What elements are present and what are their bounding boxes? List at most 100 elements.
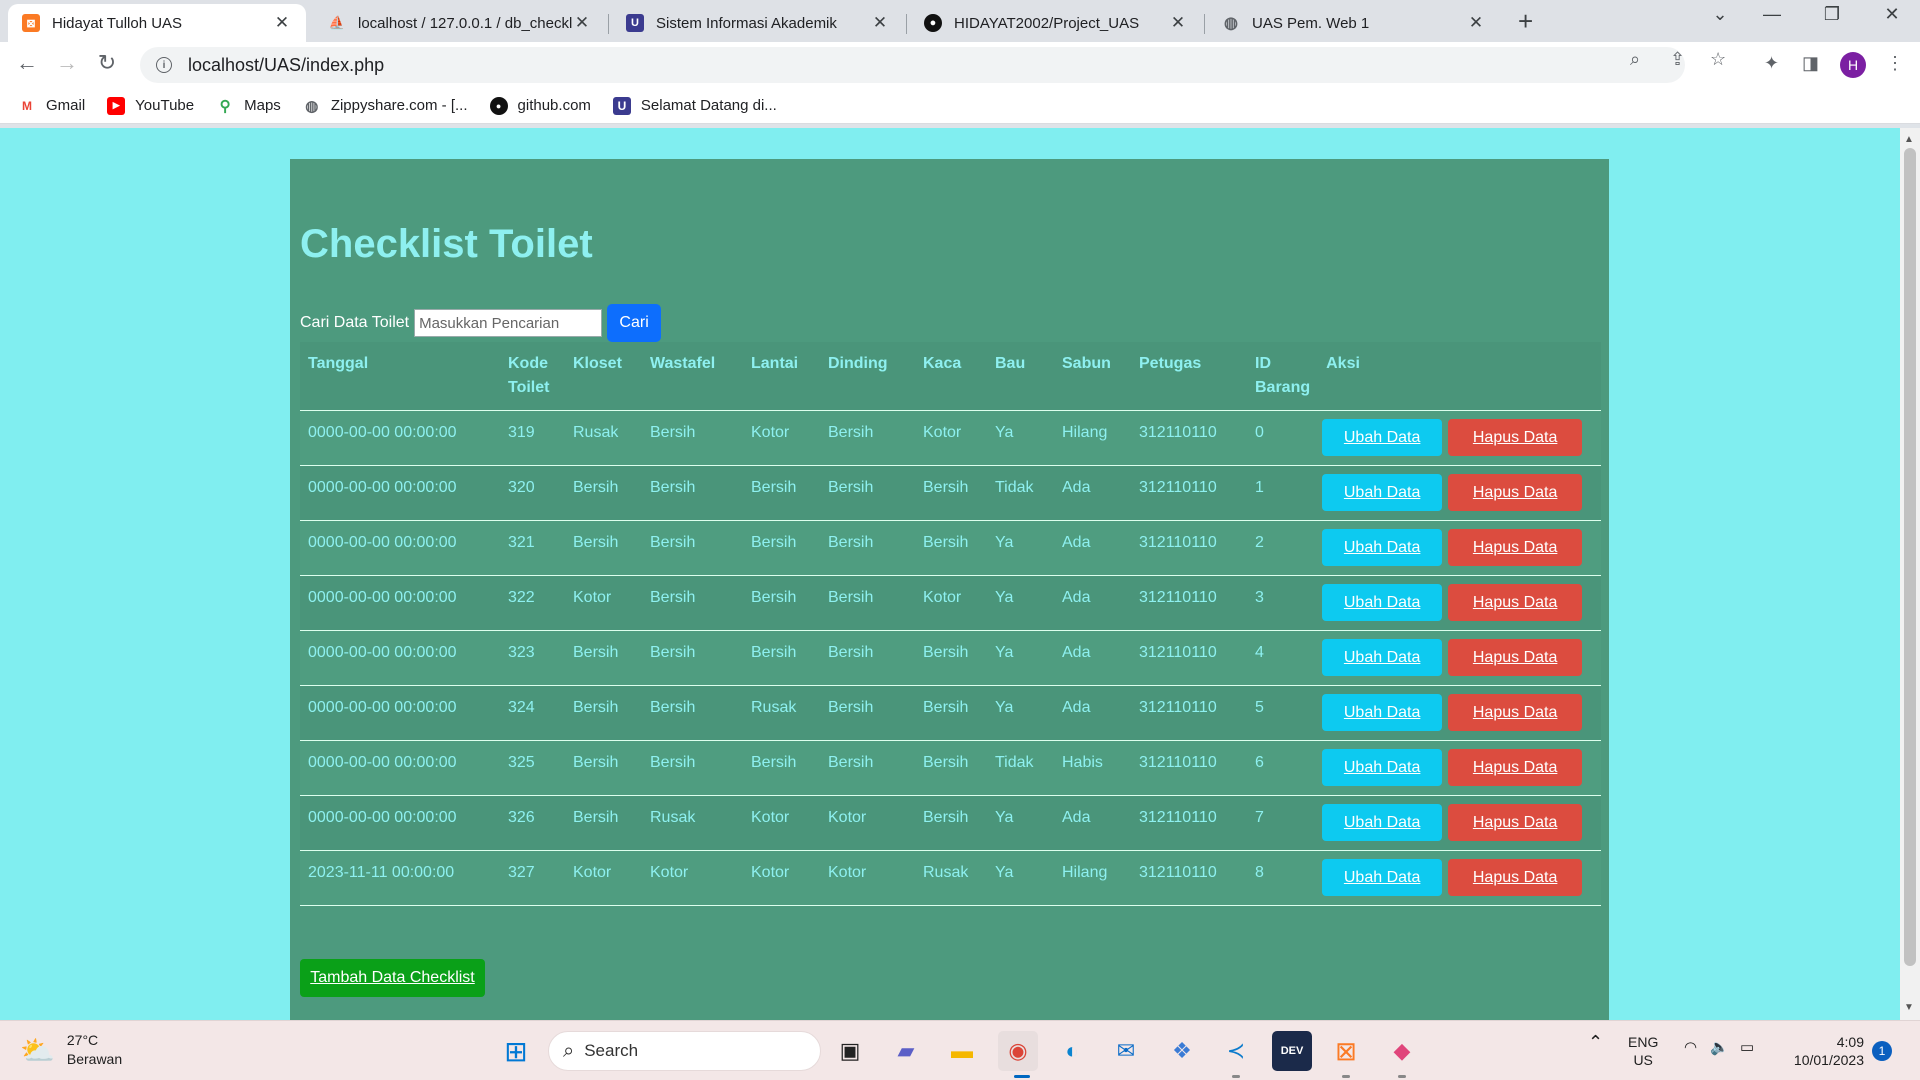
bookmark-github[interactable]: ● github.com: [489, 96, 591, 115]
back-icon[interactable]: ←: [12, 50, 42, 76]
table-cell: 2023-11-11 00:00:00: [300, 850, 500, 906]
python-icon[interactable]: ❖: [1162, 1031, 1202, 1071]
task-view-icon[interactable]: ▣: [830, 1031, 870, 1071]
tab-strip: ⊠ Hidayat Tulloh UAS ✕ ⛵ localhost / 127…: [0, 0, 1920, 42]
bookmark-zippyshare[interactable]: ◍ Zippyshare.com - [...: [303, 97, 467, 115]
scroll-down-icon[interactable]: ▼: [1904, 1002, 1914, 1013]
xampp-icon[interactable]: ⊠: [1326, 1031, 1366, 1071]
dev-cpp-icon[interactable]: DEV: [1272, 1031, 1312, 1071]
table-cell: 8: [1247, 850, 1319, 906]
edge-icon[interactable]: ◐: [1052, 1031, 1092, 1071]
table-cell: Bersih: [565, 795, 642, 851]
close-tab-icon[interactable]: ✕: [1168, 13, 1188, 33]
tab-phpmyadmin[interactable]: ⛵ localhost / 127.0.0.1 / db_checklis ✕: [314, 4, 606, 42]
table-cell: Tidak: [987, 740, 1054, 796]
edit-data-button[interactable]: Ubah Data: [1322, 584, 1443, 621]
edit-data-button[interactable]: Ubah Data: [1322, 639, 1443, 676]
side-panel-icon[interactable]: ◨: [1802, 53, 1819, 74]
bookmark-gmail[interactable]: M Gmail: [18, 97, 85, 115]
delete-data-button[interactable]: Hapus Data: [1448, 474, 1583, 511]
address-bar[interactable]: i localhost/UAS/index.php: [140, 47, 1685, 83]
delete-data-button[interactable]: Hapus Data: [1448, 859, 1583, 896]
delete-data-button[interactable]: Hapus Data: [1448, 749, 1583, 786]
table-cell: Bersih: [915, 685, 987, 741]
scroll-up-icon[interactable]: ▲: [1904, 134, 1914, 145]
delete-data-button[interactable]: Hapus Data: [1448, 419, 1583, 456]
tab-separator: [1204, 14, 1205, 34]
column-header: Dinding: [820, 342, 915, 411]
column-header: Wastafel: [642, 342, 743, 411]
minimize-icon[interactable]: —: [1752, 4, 1792, 25]
restore-icon[interactable]: ❐: [1812, 4, 1852, 25]
action-cell: Ubah Data Hapus Data: [1318, 685, 1601, 741]
active-app-indicator: [1014, 1075, 1030, 1078]
table-cell: Habis: [1054, 740, 1131, 796]
edit-data-button[interactable]: Ubah Data: [1322, 529, 1443, 566]
bookmark-maps[interactable]: ⚲ Maps: [216, 97, 281, 115]
forward-icon[interactable]: →: [52, 50, 82, 76]
delete-data-button[interactable]: Hapus Data: [1448, 639, 1583, 676]
bookmark-youtube[interactable]: ▶ YouTube: [107, 96, 194, 115]
volume-icon[interactable]: 🔈: [1710, 1039, 1729, 1057]
tab-uas-pem-web[interactable]: ◍ UAS Pem. Web 1 ✕: [1208, 4, 1500, 42]
add-checklist-button[interactable]: Tambah Data Checklist: [300, 959, 485, 997]
language-indicator[interactable]: ENG US: [1628, 1033, 1658, 1069]
close-tab-icon[interactable]: ✕: [272, 13, 292, 33]
notification-badge[interactable]: 1: [1872, 1041, 1892, 1061]
table-cell: Ya: [987, 795, 1054, 851]
search-input[interactable]: [414, 309, 603, 337]
delete-data-button[interactable]: Hapus Data: [1448, 694, 1583, 731]
close-tab-icon[interactable]: ✕: [1466, 13, 1486, 33]
tab-hidayat-tulloh-uas[interactable]: ⊠ Hidayat Tulloh UAS ✕: [8, 4, 306, 42]
bookmark-star-icon[interactable]: ☆: [1710, 49, 1726, 70]
edit-data-button[interactable]: Ubah Data: [1322, 859, 1443, 896]
edit-data-button[interactable]: Ubah Data: [1322, 804, 1443, 841]
table-row: 0000-00-00 00:00:00 322 Kotor Bersih Bersih B…: [300, 575, 1601, 631]
maps-icon: ⚲: [219, 97, 231, 115]
clock[interactable]: 4:09 10/01/2023: [1782, 1033, 1864, 1069]
teams-chat-icon[interactable]: ▰: [886, 1031, 926, 1071]
taskbar-search[interactable]: ⌕ Search: [548, 1031, 821, 1071]
delete-data-button[interactable]: Hapus Data: [1448, 584, 1583, 621]
tab-sistem-informasi-akademik[interactable]: U Sistem Informasi Akademik ✕: [612, 4, 904, 42]
edit-data-button[interactable]: Ubah Data: [1322, 419, 1443, 456]
edit-data-button[interactable]: Ubah Data: [1322, 694, 1443, 731]
weather-widget[interactable]: ⛅ 27°C Berawan: [20, 1031, 122, 1069]
menu-icon[interactable]: ⋮: [1886, 53, 1904, 74]
close-window-icon[interactable]: ✕: [1872, 4, 1912, 25]
tab-github-project[interactable]: ● HIDAYAT2002/Project_UAS ✕: [910, 4, 1202, 42]
search-button[interactable]: Cari: [607, 304, 662, 342]
show-hidden-icons-icon[interactable]: ⌃: [1588, 1033, 1603, 1051]
vscode-icon[interactable]: ≺: [1216, 1031, 1256, 1071]
file-explorer-icon[interactable]: ▬: [942, 1031, 982, 1071]
close-tab-icon[interactable]: ✕: [572, 13, 592, 33]
zoom-icon[interactable]: ⌕: [1630, 49, 1640, 70]
bookmark-selamat-datang[interactable]: U Selamat Datang di...: [612, 96, 777, 115]
mail-icon[interactable]: ✉: [1106, 1031, 1146, 1071]
delete-data-button[interactable]: Hapus Data: [1448, 529, 1583, 566]
table-cell: 3: [1247, 575, 1319, 631]
share-icon[interactable]: ⇪: [1670, 49, 1685, 70]
windows-start-icon[interactable]: ⊞: [496, 1031, 536, 1071]
table-cell: 312110110: [1131, 575, 1247, 631]
table-cell: Kotor: [820, 850, 915, 906]
battery-icon[interactable]: ▭: [1740, 1039, 1754, 1057]
reload-icon[interactable]: ↻: [92, 50, 122, 76]
page-scrollbar[interactable]: ▲ ▼: [1900, 128, 1920, 1020]
page-viewport: Checklist Toilet Cari Data Toilet Cari T…: [0, 128, 1900, 1020]
edit-data-button[interactable]: Ubah Data: [1322, 749, 1443, 786]
action-cell: Ubah Data Hapus Data: [1318, 740, 1601, 796]
scrollbar-thumb[interactable]: [1904, 148, 1916, 966]
new-tab-button[interactable]: +: [1518, 6, 1533, 37]
site-info-icon[interactable]: i: [156, 57, 172, 73]
profile-avatar[interactable]: H: [1840, 52, 1866, 78]
chrome-icon[interactable]: ◉: [998, 1031, 1038, 1071]
extensions-icon[interactable]: ✦: [1764, 53, 1779, 74]
git-icon[interactable]: ◆: [1382, 1031, 1422, 1071]
table-cell: 327: [500, 850, 565, 906]
delete-data-button[interactable]: Hapus Data: [1448, 804, 1583, 841]
edit-data-button[interactable]: Ubah Data: [1322, 474, 1443, 511]
wifi-icon[interactable]: ◠: [1684, 1039, 1697, 1057]
close-tab-icon[interactable]: ✕: [870, 13, 890, 33]
tab-search-icon[interactable]: ⌄: [1700, 4, 1740, 25]
